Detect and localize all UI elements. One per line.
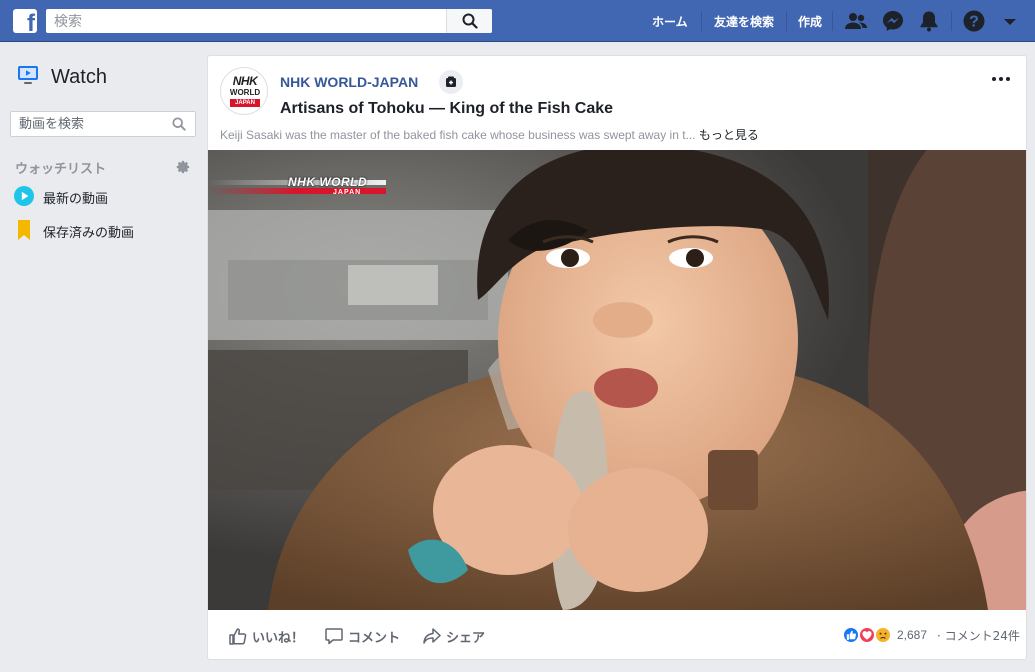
page-badge-icon xyxy=(446,76,456,87)
avatar-logo-text: WORLD xyxy=(229,88,261,97)
like-reaction-icon xyxy=(842,626,860,644)
watchlist-label: ウォッチリスト xyxy=(15,162,107,177)
comment-label: コメント xyxy=(348,631,401,646)
avatar-logo-text: JAPAN xyxy=(230,99,260,107)
search-icon xyxy=(462,13,478,29)
bell-icon[interactable] xyxy=(917,9,941,33)
dot-icon xyxy=(999,77,1003,81)
nav-divider xyxy=(832,11,833,31)
video-post-card: NHK WORLD JAPAN NHK WORLD-JAPAN Artisans… xyxy=(207,55,1027,660)
avatar-logo-text: NHK xyxy=(232,74,258,88)
reaction-count[interactable]: 2,687 xyxy=(897,628,927,642)
video-frame xyxy=(208,150,1026,610)
share-label: シェア xyxy=(446,631,486,646)
sidebar-item-latest-videos[interactable]: 最新の動画 xyxy=(14,186,194,210)
share-button[interactable]: シェア xyxy=(422,626,492,646)
gear-icon[interactable] xyxy=(176,160,190,179)
post-description-text: Keiji Sasaki was the master of the baked… xyxy=(220,128,696,142)
comment-button[interactable]: コメント xyxy=(324,626,409,646)
search-input[interactable] xyxy=(46,9,446,33)
nav-divider xyxy=(786,11,787,31)
follow-page-button[interactable] xyxy=(439,70,463,94)
post-actions-bar: いいね！ コメント シェア 2,687 · コメント24件 xyxy=(208,610,1026,659)
watermark-subtext: JAPAN xyxy=(333,189,362,196)
post-description: Keiji Sasaki was the master of the baked… xyxy=(220,126,759,143)
nav-home[interactable]: ホーム xyxy=(652,13,688,30)
nav-divider xyxy=(701,11,702,31)
nav-divider xyxy=(951,11,952,31)
watermark-text: NHK WORLD xyxy=(288,175,368,189)
sidebar-item-saved-videos[interactable]: 保存済みの動画 xyxy=(14,220,194,244)
messenger-icon[interactable] xyxy=(881,9,905,33)
friends-icon[interactable] xyxy=(844,9,868,33)
thumbs-up-icon xyxy=(229,628,247,645)
like-label: いいね！ xyxy=(252,631,305,646)
see-more-link[interactable]: もっと見る xyxy=(699,128,759,142)
dot-icon xyxy=(992,77,996,81)
nav-find-friends[interactable]: 友達を検索 xyxy=(714,13,774,30)
sidebar-title: Watch xyxy=(51,66,107,88)
comment-count[interactable]: · コメント24件 xyxy=(937,627,1020,644)
svg-text:?: ? xyxy=(969,14,979,31)
more-options-button[interactable] xyxy=(992,74,1014,84)
caret-down-icon[interactable] xyxy=(998,9,1022,33)
comment-icon xyxy=(325,628,343,645)
post-title: Artisans of Tohoku — King of the Fish Ca… xyxy=(280,100,614,117)
page-avatar[interactable]: NHK WORLD JAPAN xyxy=(220,67,268,115)
video-search-box xyxy=(10,111,196,137)
search-icon[interactable] xyxy=(172,117,186,131)
sidebar-item-label: 最新の動画 xyxy=(43,192,109,207)
nav-create[interactable]: 作成 xyxy=(798,13,822,30)
video-search-input[interactable] xyxy=(11,112,161,136)
video-watermark: NHK WORLD JAPAN xyxy=(208,174,386,200)
facebook-logo[interactable]: f xyxy=(13,9,37,33)
like-button[interactable]: いいね！ xyxy=(228,626,308,646)
sad-reaction-icon xyxy=(874,626,892,644)
watch-icon xyxy=(17,64,39,91)
play-icon xyxy=(14,186,34,206)
love-reaction-icon xyxy=(858,626,876,644)
bookmark-icon xyxy=(18,220,30,240)
video-player[interactable]: NHK WORLD JAPAN xyxy=(208,150,1026,610)
search-box xyxy=(46,9,492,33)
reactions-summary[interactable] xyxy=(842,626,902,646)
search-button[interactable] xyxy=(446,9,492,33)
sidebar-item-label: 保存済みの動画 xyxy=(43,226,135,241)
help-icon[interactable]: ? xyxy=(962,9,986,33)
share-icon xyxy=(423,628,441,644)
dot-icon xyxy=(1006,77,1010,81)
page-name-link[interactable]: NHK WORLD-JAPAN xyxy=(280,74,418,90)
top-navigation-bar: f ホーム 友達を検索 作成 ? xyxy=(0,0,1035,42)
